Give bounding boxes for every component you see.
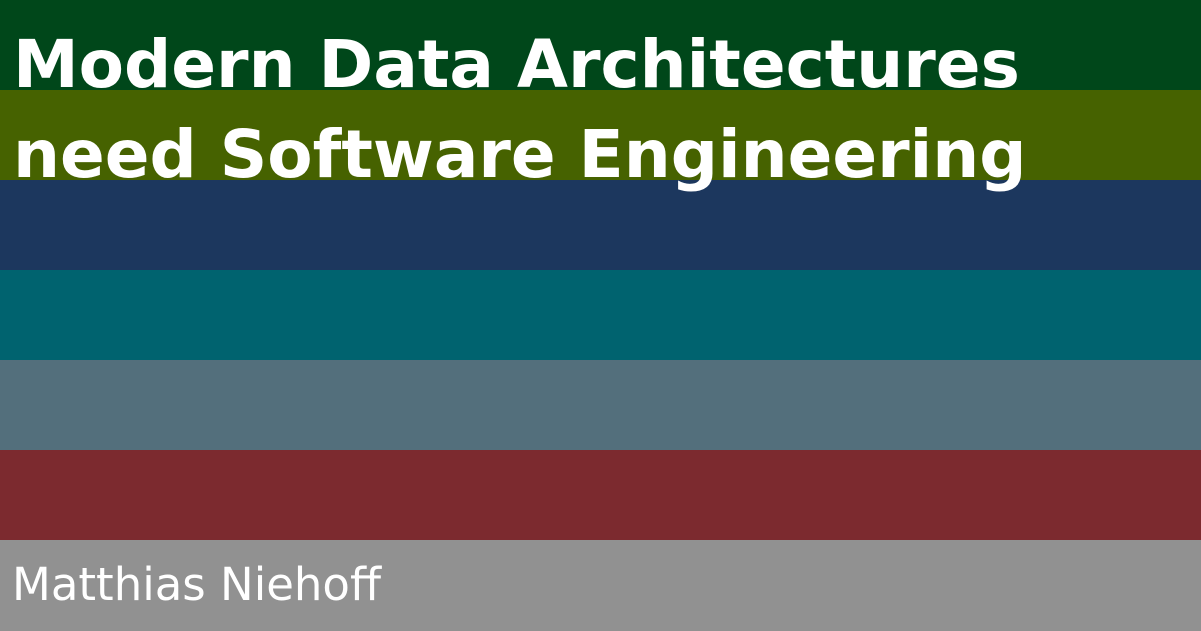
stripe-dark-red xyxy=(0,450,1201,540)
stripe-teal xyxy=(0,270,1201,360)
title-line-1: Modern Data Architectures xyxy=(13,26,1020,103)
title-line-2: need Software Engineering xyxy=(13,116,1027,193)
author-name: Matthias Niehoff xyxy=(12,558,381,611)
title-slide: Modern Data Architectures need Software … xyxy=(0,0,1201,631)
stripe-slate xyxy=(0,360,1201,450)
